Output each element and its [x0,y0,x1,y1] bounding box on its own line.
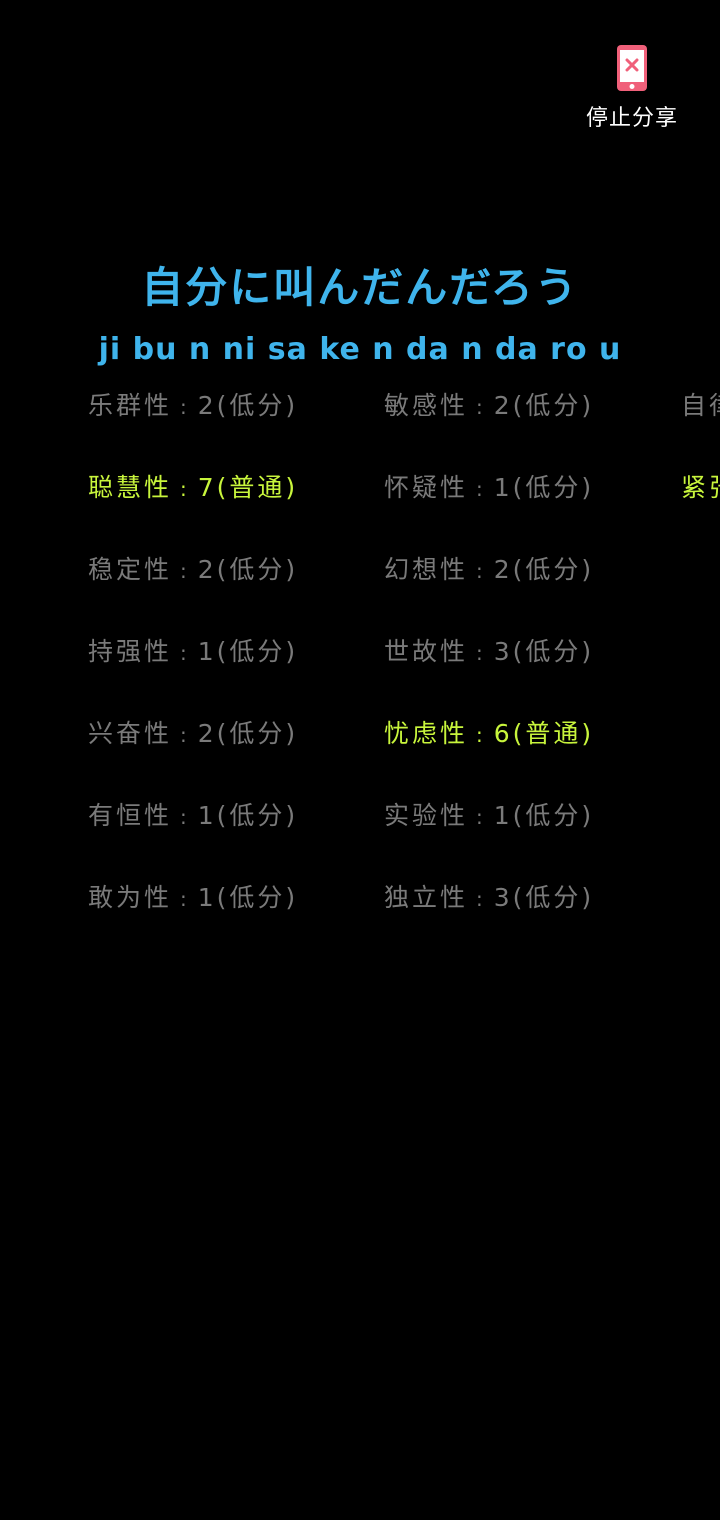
trait-name: 紧张 [681,473,720,502]
trait-name: 怀疑性 [384,473,469,502]
trait-name: 持强性 [88,637,173,666]
trait-score: 3(低分) [493,883,595,912]
trait-score: 1(低分) [197,883,299,912]
trait-item: 敢为性:1(低分) [88,883,299,912]
trait-name: 世故性 [384,637,469,666]
trait-item-highlighted: 忧虑性:6(普通) [384,719,595,748]
trait-score: 1(低分) [493,473,595,502]
trait-score: 2(低分) [197,391,299,420]
trait-name: 忧虑性 [384,719,469,748]
trait-item: 敏感性:2(低分) [384,391,595,420]
trait-item-partial: 自律 [681,386,720,422]
song-title: 自分に叫んだんだろう [141,263,579,312]
trait-score: 2(低分) [493,555,595,584]
trait-name: 独立性 [384,883,469,912]
trait-item: 幻想性:2(低分) [384,555,595,584]
trait-score: 1(低分) [197,637,299,666]
trait-item: 持强性:1(低分) [88,637,299,666]
trait-name: 稳定性 [88,555,173,584]
trait-name: 自律 [681,391,720,420]
trait-name: 有恒性 [88,801,173,830]
trait-item: 怀疑性:1(低分) [384,473,595,502]
trait-name: 乐群性 [88,391,173,420]
trait-name: 敢为性 [88,883,173,912]
trait-score: 1(低分) [493,801,595,830]
stop-share-button[interactable]: 停止分享 [578,44,686,132]
trait-item: 兴奋性:2(低分) [88,719,299,748]
trait-item-partial-highlighted: 紧张 [681,468,720,504]
trait-score: 7(普通) [197,473,299,502]
stop-share-label: 停止分享 [585,106,678,131]
trait-item: 世故性:3(低分) [384,637,595,666]
trait-score: 1(低分) [197,801,299,830]
trait-item: 稳定性:2(低分) [88,555,299,584]
trait-name: 聪慧性 [88,473,173,502]
trait-name: 兴奋性 [88,719,173,748]
trait-score: 2(低分) [197,555,299,584]
trait-name: 实验性 [384,801,469,830]
trait-name: 敏感性 [384,391,469,420]
trait-item: 实验性:1(低分) [384,801,595,830]
trait-score: 3(低分) [493,637,595,666]
song-romaji: ji bu n ni sa ke n da n da ro u [98,332,622,367]
trait-score: 2(低分) [197,719,299,748]
trait-name: 幻想性 [384,555,469,584]
phone-stop-share-icon [617,45,647,91]
trait-score: 6(普通) [493,719,595,748]
trait-item-highlighted: 聪慧性:7(普通) [88,473,299,502]
trait-item: 有恒性:1(低分) [88,801,299,830]
trait-item: 独立性:3(低分) [384,883,595,912]
trait-score: 2(低分) [493,391,595,420]
trait-item: 乐群性:2(低分) [88,391,299,420]
